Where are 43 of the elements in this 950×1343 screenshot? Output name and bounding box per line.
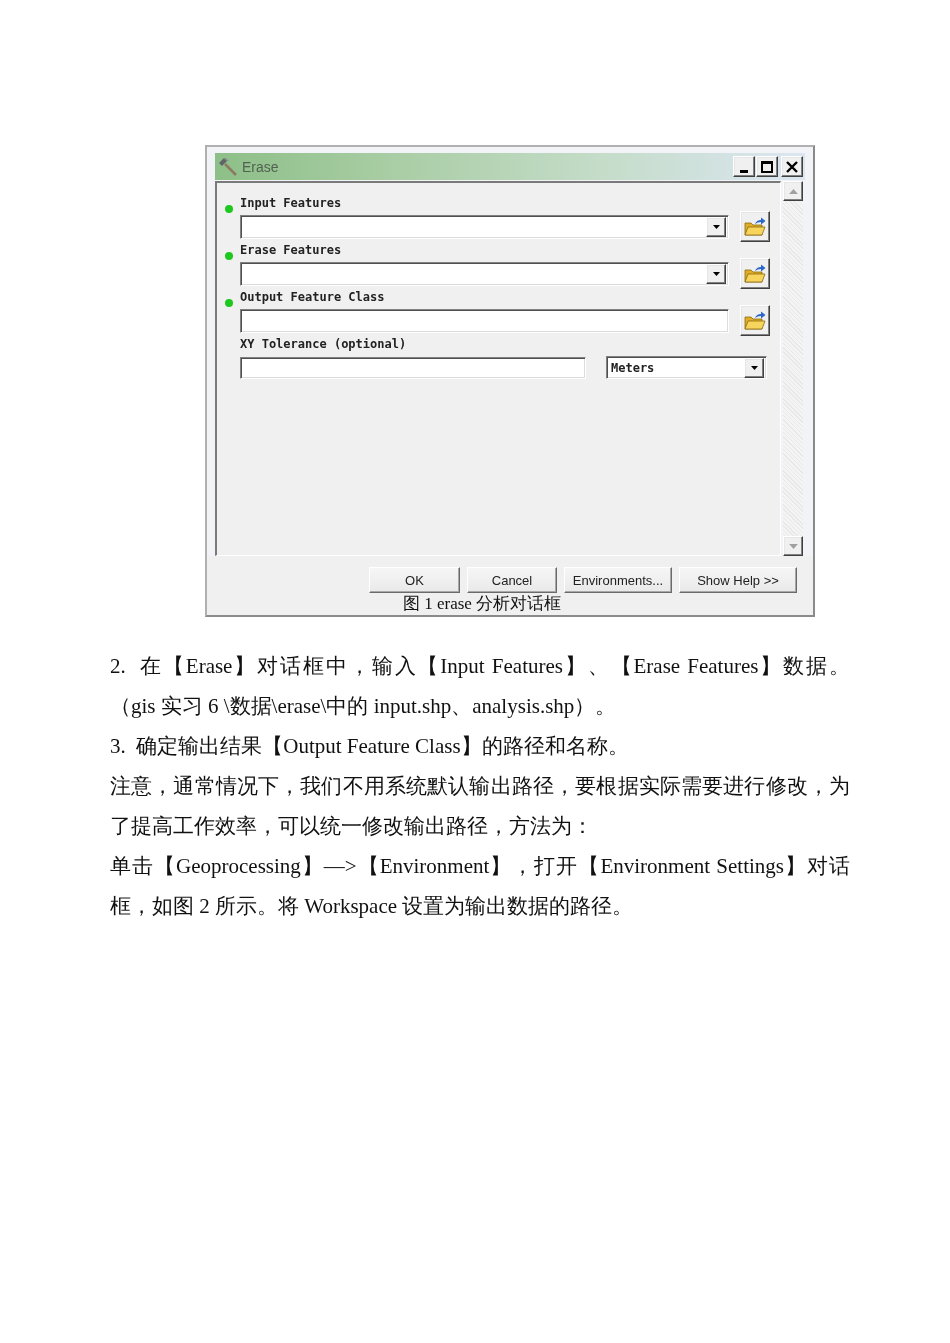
dropdown-button[interactable] [744, 357, 764, 378]
triangle-down-icon [788, 543, 798, 549]
minimize-icon [740, 169, 748, 173]
browse-button[interactable] [740, 258, 770, 289]
caret-down-icon [750, 365, 758, 370]
text-field[interactable] [240, 308, 729, 333]
folder-icon [744, 311, 766, 330]
body-paragraph: 3. 确定输出结果【Output Feature Class】的路径和名称。 [110, 733, 630, 760]
hammer-icon [219, 157, 237, 176]
parameter-label: Input Features [240, 195, 342, 211]
close-icon [786, 160, 798, 173]
folder-icon [744, 264, 766, 283]
body-paragraph: 注意，通常情况下，我们不用系统默认输出路径，要根据实际需要进行修改，为了提高工作效率，可以统一修改输出路径，方法为： [110, 773, 850, 840]
text-field[interactable] [240, 356, 586, 379]
dialog-button[interactable]: Show Help >> [679, 567, 797, 593]
parameter-label: Output Feature Class [240, 289, 385, 305]
body-paragraph: 2. 在【Erase】对话框中，输入【Input Features】、【Erase Features】数据。（gis 实习 6 \数据\erase\中的 input.shp、analysis.shp）。 [110, 653, 850, 720]
scroll-up-button[interactable] [783, 181, 803, 201]
caret-down-icon [712, 224, 720, 229]
dropdown-button[interactable] [706, 263, 726, 284]
browse-button[interactable] [740, 305, 770, 336]
close-button[interactable] [781, 156, 803, 177]
unit-dropdown[interactable]: Meters [606, 356, 767, 379]
minimize-button[interactable] [733, 156, 755, 177]
window-title: Erase [242, 158, 280, 175]
parameter-label: XY Tolerance (optional) [240, 336, 407, 352]
browse-button[interactable] [740, 211, 770, 242]
dialog-button[interactable]: OK [369, 567, 460, 593]
combo-box[interactable] [240, 214, 729, 239]
combo-box[interactable] [240, 261, 729, 286]
parameter-label: Erase Features [240, 242, 342, 258]
dropdown-button[interactable] [706, 216, 726, 237]
dialog-button[interactable]: Environments... [564, 567, 672, 593]
dialog-button[interactable]: Cancel [467, 567, 557, 593]
maximize-icon [761, 160, 773, 173]
scrollbar[interactable] [783, 181, 803, 556]
maximize-button[interactable] [756, 156, 778, 177]
caret-down-icon [712, 271, 720, 276]
folder-icon [744, 217, 766, 236]
figure-caption: 图 1 erase 分析对话框 [403, 594, 562, 613]
triangle-up-icon [788, 188, 798, 194]
scroll-down-button[interactable] [783, 536, 803, 556]
body-paragraph: 单击【Geoprocessing】—>【Environment】，打开【Environment Settings】对话框，如图 2 所示。将 Workspace 设置为输出数据的路径。 [110, 853, 850, 920]
